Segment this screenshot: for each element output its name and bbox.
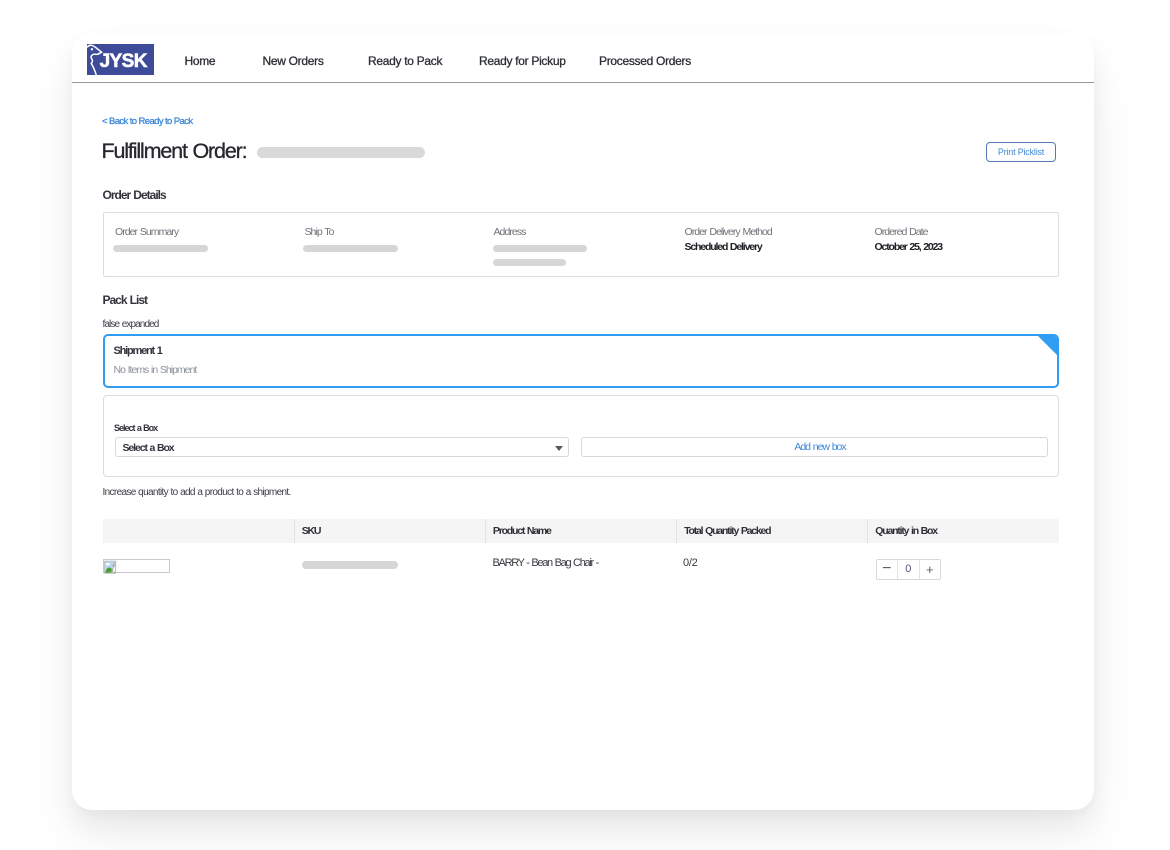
svg-text:JYSK: JYSK bbox=[100, 51, 148, 72]
